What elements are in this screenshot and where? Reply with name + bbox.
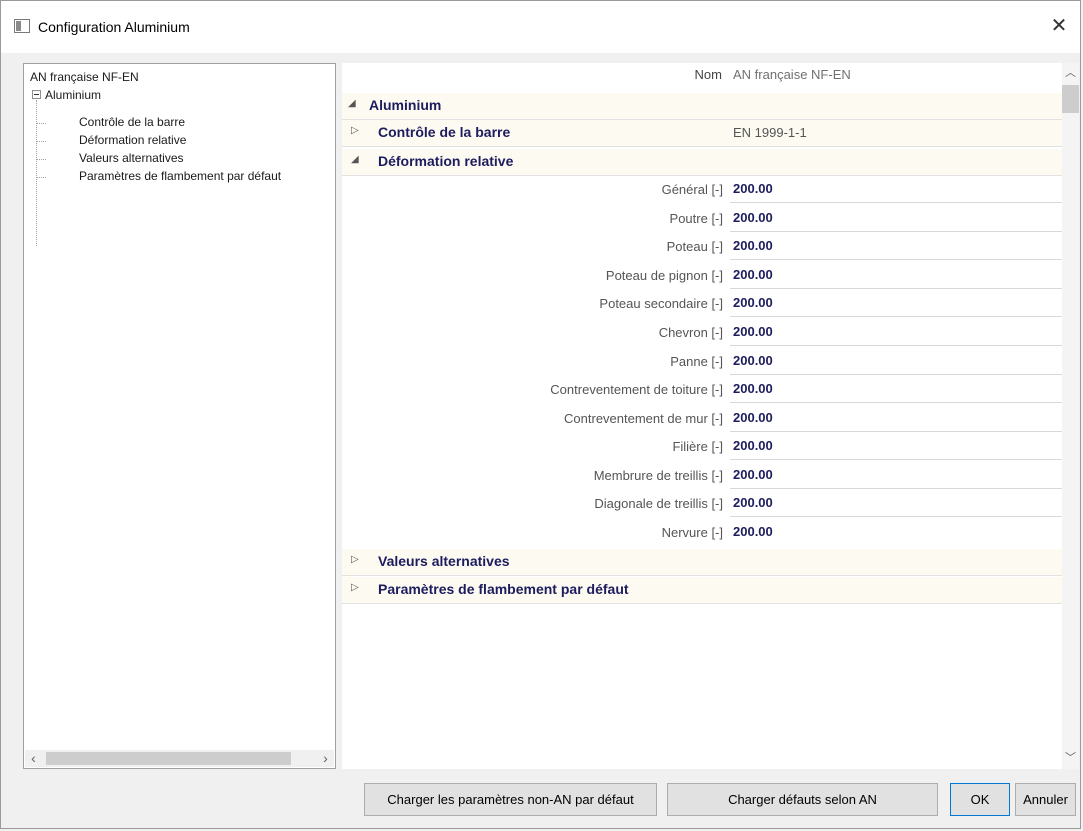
load-an-defaults-button[interactable]: Charger défauts selon AN [667,783,938,816]
tree-connector [37,159,46,160]
property-value[interactable]: 200.00 [733,524,773,539]
property-label: Poutre [-] [669,211,723,226]
property-row[interactable]: Diagonale de treillis [-] 200.00 [342,491,1062,517]
property-row[interactable]: Poutre [-] 200.00 [342,206,1062,232]
tree-item-deformation[interactable]: Déformation relative [79,133,186,147]
property-row[interactable]: Général [-] 200.00 [342,177,1062,203]
property-value[interactable]: 200.00 [733,410,773,425]
close-button[interactable]: ✕ [1044,13,1074,39]
property-value[interactable]: 200.00 [733,467,773,482]
category-label: Valeurs alternatives [378,553,510,569]
scroll-left-icon[interactable]: ‹ [25,750,42,767]
property-label: Panne [-] [670,354,723,369]
property-row[interactable]: Chevron [-] 200.00 [342,320,1062,346]
scroll-up-icon[interactable]: ︿ [1062,65,1079,82]
property-value[interactable]: 200.00 [733,238,773,253]
property-row[interactable]: Poteau [-] 200.00 [342,234,1062,260]
category-label: Déformation relative [378,153,514,169]
property-label: Poteau secondaire [-] [599,296,723,311]
load-non-an-defaults-button[interactable]: Charger les paramètres non-AN par défaut [364,783,657,816]
property-label: Poteau [-] [666,239,723,254]
config-tree[interactable]: AN française NF-EN Aluminium Contrôle de… [23,63,336,769]
triangle-down-icon[interactable]: ◢ [351,154,359,165]
property-value[interactable]: 200.00 [733,495,773,510]
category-label: Paramètres de flambement par défaut [378,581,629,597]
property-value[interactable]: 200.00 [733,438,773,453]
property-label: Membrure de treillis [-] [593,468,723,483]
category-valeurs[interactable]: ▷ Valeurs alternatives [342,549,1062,576]
tree-connector [37,141,46,142]
tree-item-valeurs[interactable]: Valeurs alternatives [79,151,184,165]
property-label: Nervure [-] [661,525,723,540]
scroll-right-icon[interactable]: › [317,750,334,767]
tree-item-controle[interactable]: Contrôle de la barre [79,115,185,129]
tree-connector [37,177,46,178]
scroll-thumb[interactable] [46,752,291,765]
triangle-right-icon[interactable]: ▷ [351,554,359,565]
property-label: Poteau de pignon [-] [605,268,723,283]
tree-item-aluminium[interactable]: Aluminium [45,88,101,102]
window-app-icon [14,19,30,33]
tree-horizontal-scrollbar[interactable]: ‹ › [25,750,334,767]
close-icon: ✕ [1050,15,1068,37]
category-aluminium[interactable]: ◢ Aluminium [342,93,1062,120]
dialog-window: Configuration Aluminium ✕ AN française N… [0,0,1081,829]
tree-connector [36,100,37,246]
controle-value: EN 1999-1-1 [733,125,807,140]
property-value[interactable]: 200.00 [733,295,773,310]
property-label: Filière [-] [672,439,723,454]
scroll-down-icon[interactable]: ﹀ [1062,750,1079,767]
category-deformation[interactable]: ◢ Déformation relative [342,149,1062,176]
tree-connector [37,123,46,124]
ok-button[interactable]: OK [950,783,1010,816]
category-flambement[interactable]: ▷ Paramètres de flambement par défaut [342,577,1062,604]
triangle-down-icon[interactable]: ◢ [348,98,356,109]
category-label: Contrôle de la barre [378,124,511,140]
triangle-right-icon[interactable]: ▷ [351,582,359,593]
property-value[interactable]: 200.00 [733,353,773,368]
property-row[interactable]: Poteau de pignon [-] 200.00 [342,263,1062,289]
property-value[interactable]: 200.00 [733,210,773,225]
property-value[interactable]: 200.00 [733,381,773,396]
window-title: Configuration Aluminium [38,19,190,35]
property-value[interactable]: 200.00 [733,181,773,196]
property-label: Diagonale de treillis [-] [594,496,723,511]
tree-root-item[interactable]: AN française NF-EN [30,70,139,84]
collapse-icon[interactable] [32,90,41,99]
property-value[interactable]: 200.00 [733,267,773,282]
property-label: Contreventement de mur [-] [564,411,723,426]
property-value[interactable]: 200.00 [733,324,773,339]
grid-vertical-scrollbar[interactable]: ︿ ﹀ [1062,63,1079,769]
tree-item-flambement[interactable]: Paramètres de flambement par défaut [79,169,281,183]
name-label: Nom [694,67,722,82]
name-value: AN française NF-EN [733,67,851,82]
scroll-thumb[interactable] [1062,85,1079,113]
property-row[interactable]: Panne [-] 200.00 [342,349,1062,375]
property-grid: Nom AN française NF-EN ◢ Aluminium ▷ Con… [342,63,1079,769]
category-label: Aluminium [369,97,442,113]
property-row[interactable]: Nervure [-] 200.00 [342,520,1062,546]
triangle-right-icon[interactable]: ▷ [351,125,359,136]
property-label: Chevron [-] [658,325,723,340]
property-row[interactable]: Filière [-] 200.00 [342,434,1062,460]
title-bar: Configuration Aluminium ✕ [1,1,1080,53]
property-row[interactable]: Contreventement de toiture [-] 200.00 [342,377,1062,403]
property-label: Contreventement de toiture [-] [550,382,723,397]
property-row[interactable]: Poteau secondaire [-] 200.00 [342,291,1062,317]
cancel-button[interactable]: Annuler [1015,783,1076,816]
property-row[interactable]: Contreventement de mur [-] 200.00 [342,406,1062,432]
property-row[interactable]: Membrure de treillis [-] 200.00 [342,463,1062,489]
category-controle[interactable]: ▷ Contrôle de la barre EN 1999-1-1 [342,120,1062,147]
property-label: Général [-] [661,182,723,197]
